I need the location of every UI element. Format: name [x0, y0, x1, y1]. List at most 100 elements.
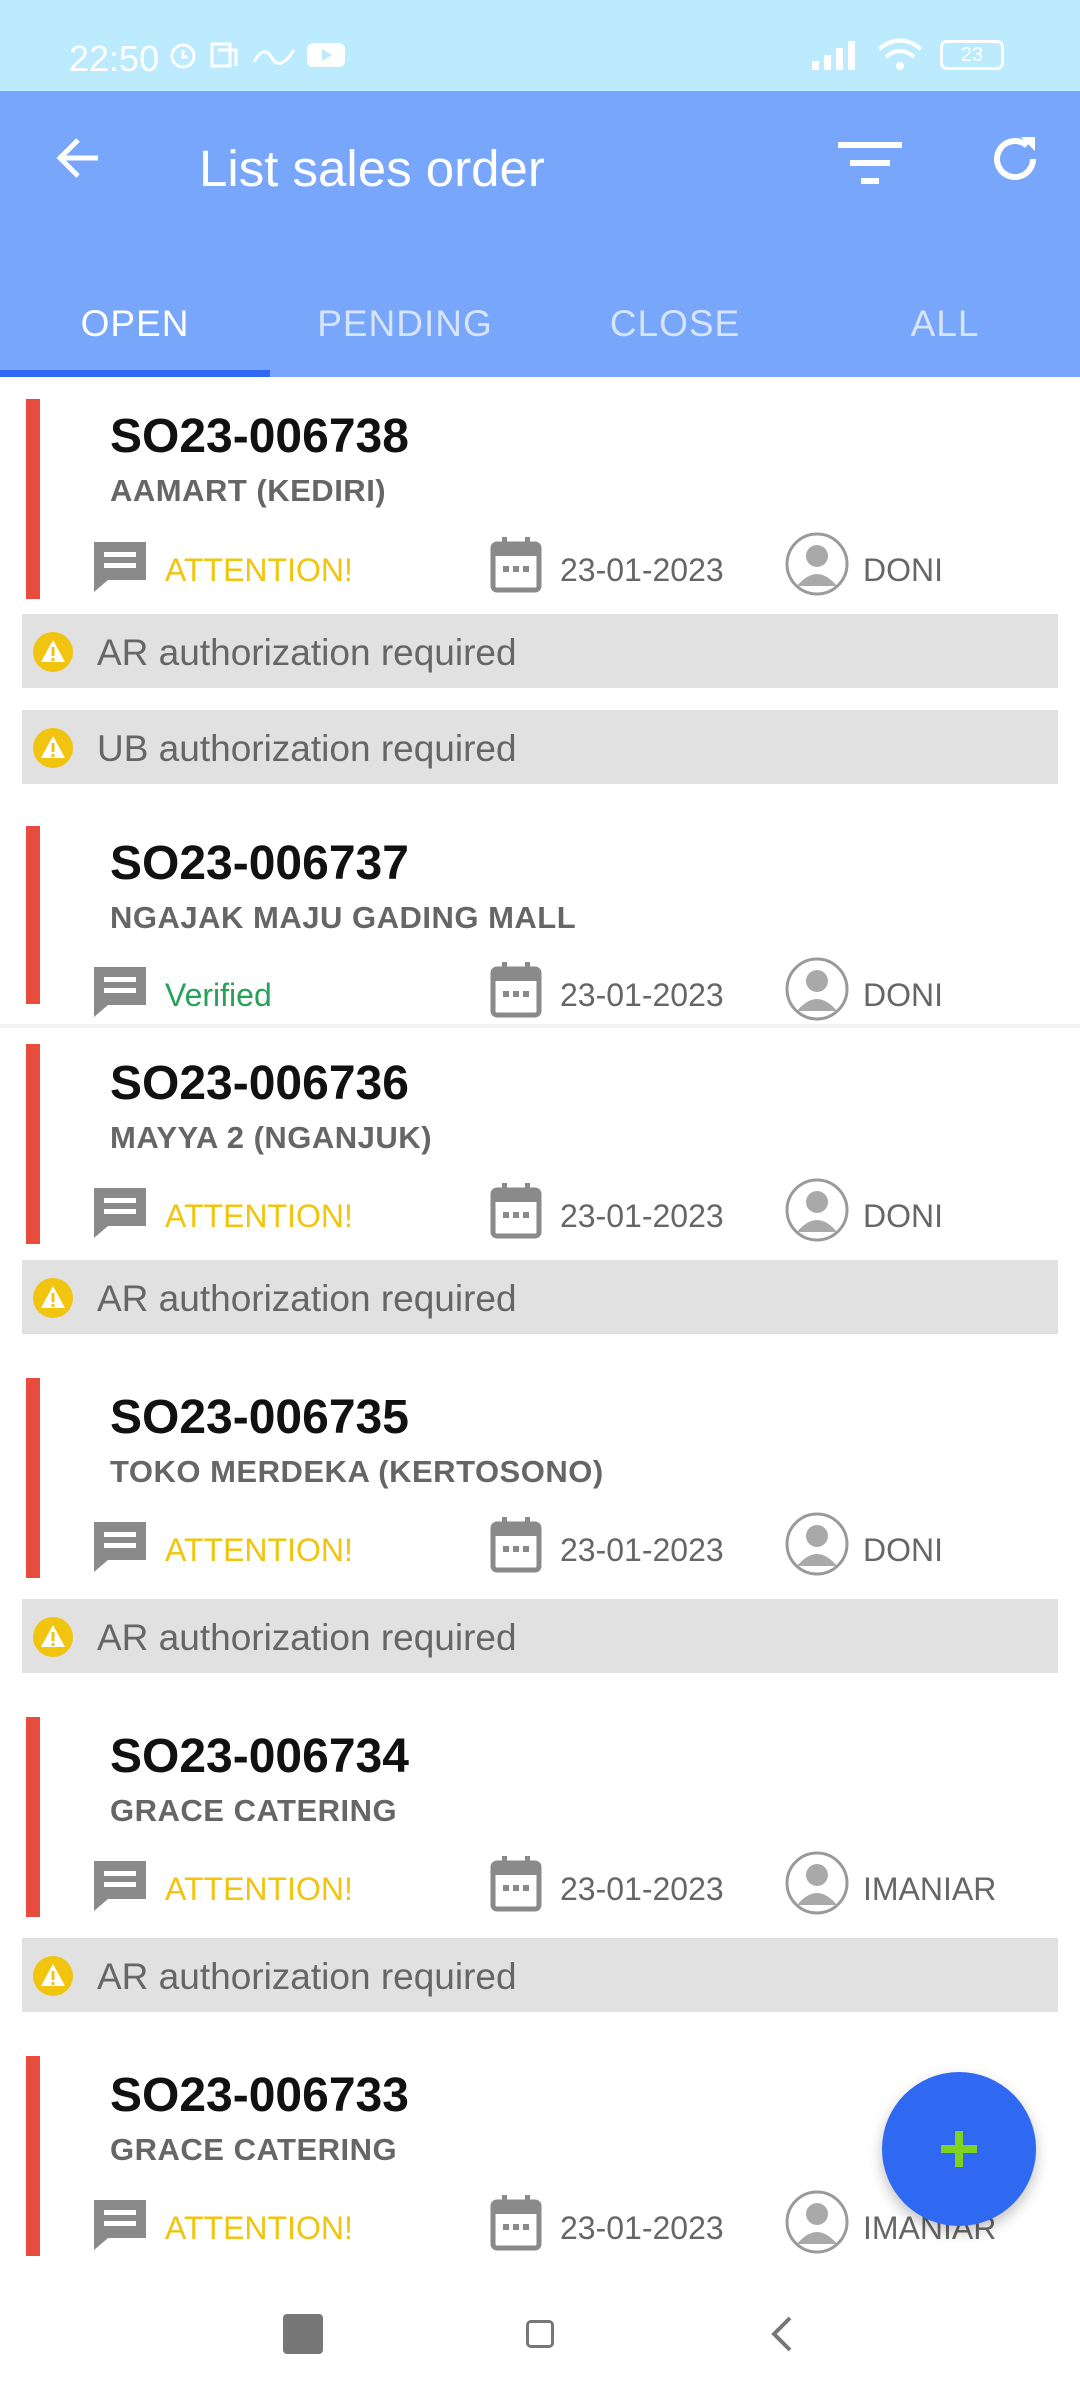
urgency-bar	[26, 826, 40, 1004]
status-label: ATTENTION!	[165, 1871, 353, 1907]
filter-button[interactable]	[832, 136, 908, 192]
app-bar: List sales order OPEN PENDING CLOSE ALL	[0, 91, 1080, 377]
salesperson-name: DONI	[863, 1532, 943, 1568]
youtube-icon	[307, 43, 345, 67]
app-notification-icon-2	[252, 49, 296, 65]
order-number: SO23-006738	[110, 410, 409, 463]
message-icon	[94, 1522, 146, 1572]
warning-icon	[33, 632, 73, 672]
wifi-icon	[877, 38, 923, 70]
order-number: SO23-006733	[110, 2069, 409, 2122]
avatar-icon	[785, 2190, 849, 2254]
signal-icon	[812, 41, 855, 70]
status-bar: 22:50 23	[0, 0, 1080, 91]
order-meta: ATTENTION! 23-01-2023 DONI	[92, 1512, 1052, 1582]
sales-order-list: SO23-006738 AAMART (KEDIRI) ATTENTION! 2…	[0, 377, 1080, 2269]
home-button[interactable]	[526, 2320, 554, 2348]
system-icons: 23	[810, 38, 1004, 72]
app-notification-icon	[210, 42, 238, 68]
tab-all[interactable]: ALL	[810, 271, 1080, 377]
order-meta: Verified 23-01-2023 DONI	[92, 957, 1052, 1027]
tab-open[interactable]: OPEN	[0, 271, 270, 377]
customer-name: AAMART (KEDIRI)	[110, 473, 387, 508]
battery-indicator: 23	[940, 40, 1004, 70]
warning-text: UB authorization required	[97, 728, 517, 769]
salesperson-name: DONI	[863, 1198, 943, 1234]
warning-icon	[33, 1956, 73, 1996]
message-icon	[94, 2200, 146, 2250]
warning-icon	[33, 728, 73, 768]
order-date: 23-01-2023	[560, 552, 724, 588]
salesperson-name: DONI	[863, 977, 943, 1013]
warning-banner: AR authorization required	[22, 1938, 1058, 2012]
back-nav-icon[interactable]	[770, 2314, 794, 2354]
recent-apps-button[interactable]	[283, 2314, 323, 2354]
warning-icon	[33, 1278, 73, 1318]
status-label: ATTENTION!	[165, 1532, 353, 1568]
order-meta: ATTENTION! 23-01-2023 DONI	[92, 1178, 1052, 1248]
avatar-icon	[785, 532, 849, 596]
calendar-icon	[490, 2195, 542, 2251]
add-order-button[interactable]	[882, 2072, 1036, 2226]
alarm-icon	[170, 43, 196, 69]
urgency-bar	[26, 2056, 40, 2256]
system-nav-bar	[0, 2269, 1080, 2400]
calendar-icon	[490, 962, 542, 1018]
order-meta: ATTENTION! 23-01-2023 IMANIAR	[92, 1851, 1052, 1921]
warning-icon	[33, 1617, 73, 1657]
sales-order-card[interactable]: SO23-006735 TOKO MERDEKA (KERTOSONO) ATT…	[0, 1334, 1080, 1599]
status-label: ATTENTION!	[165, 2210, 353, 2246]
refresh-icon	[994, 137, 1036, 181]
order-date: 23-01-2023	[560, 1198, 724, 1234]
message-icon	[94, 1188, 146, 1238]
refresh-button[interactable]	[985, 129, 1045, 189]
urgency-bar	[26, 1378, 40, 1578]
salesperson-name: IMANIAR	[863, 1871, 997, 1907]
status-time: 22:50	[69, 38, 160, 79]
sales-order-card[interactable]: SO23-006736 MAYYA 2 (NGANJUK) ATTENTION!…	[0, 1028, 1080, 1260]
status-label: Verified	[165, 977, 272, 1013]
order-number: SO23-006736	[110, 1057, 409, 1110]
calendar-icon	[490, 1517, 542, 1573]
customer-name: TOKO MERDEKA (KERTOSONO)	[110, 1454, 604, 1489]
status-tabs: OPEN PENDING CLOSE ALL	[0, 271, 1080, 377]
order-number: SO23-006737	[110, 837, 409, 890]
customer-name: NGAJAK MAJU GADING MALL	[110, 900, 577, 935]
order-number: SO23-006735	[110, 1391, 409, 1444]
urgency-bar	[26, 1717, 40, 1917]
sales-order-card[interactable]: SO23-006734 GRACE CATERING ATTENTION! 23…	[0, 1673, 1080, 1938]
tab-close[interactable]: CLOSE	[540, 271, 810, 377]
tab-pending[interactable]: PENDING	[270, 271, 540, 377]
warning-banner: AR authorization required	[22, 1260, 1058, 1334]
warning-text: AR authorization required	[97, 1617, 517, 1658]
warning-banner: UB authorization required	[22, 710, 1058, 784]
order-date: 23-01-2023	[560, 2210, 724, 2246]
salesperson-name: DONI	[863, 552, 943, 588]
urgency-bar	[26, 399, 40, 599]
warning-text: AR authorization required	[97, 1956, 517, 1997]
customer-name: MAYYA 2 (NGANJUK)	[110, 1120, 433, 1155]
sales-order-card[interactable]: SO23-006738 AAMART (KEDIRI) ATTENTION! 2…	[0, 377, 1080, 614]
urgency-bar	[26, 1044, 40, 1244]
order-date: 23-01-2023	[560, 1871, 724, 1907]
avatar-icon	[785, 1851, 849, 1915]
warning-text: AR authorization required	[97, 1278, 517, 1319]
avatar-icon	[785, 1178, 849, 1242]
customer-name: GRACE CATERING	[110, 1793, 398, 1828]
message-icon	[94, 967, 146, 1017]
status-label: ATTENTION!	[165, 1198, 353, 1234]
order-number: SO23-006734	[110, 1730, 409, 1783]
warning-banner: AR authorization required	[22, 614, 1058, 688]
avatar-icon	[785, 1512, 849, 1576]
sales-order-card[interactable]: SO23-006737 NGAJAK MAJU GADING MALL Veri…	[0, 784, 1080, 1024]
notification-icons	[168, 40, 346, 70]
back-button[interactable]	[48, 133, 108, 183]
order-date: 23-01-2023	[560, 1532, 724, 1568]
filter-icon	[838, 142, 902, 184]
avatar-icon	[785, 957, 849, 1021]
message-icon	[94, 542, 146, 592]
message-icon	[94, 1861, 146, 1911]
warning-banner: AR authorization required	[22, 1599, 1058, 1673]
order-meta: ATTENTION! 23-01-2023 DONI	[92, 532, 1052, 602]
warning-text: AR authorization required	[97, 632, 517, 673]
